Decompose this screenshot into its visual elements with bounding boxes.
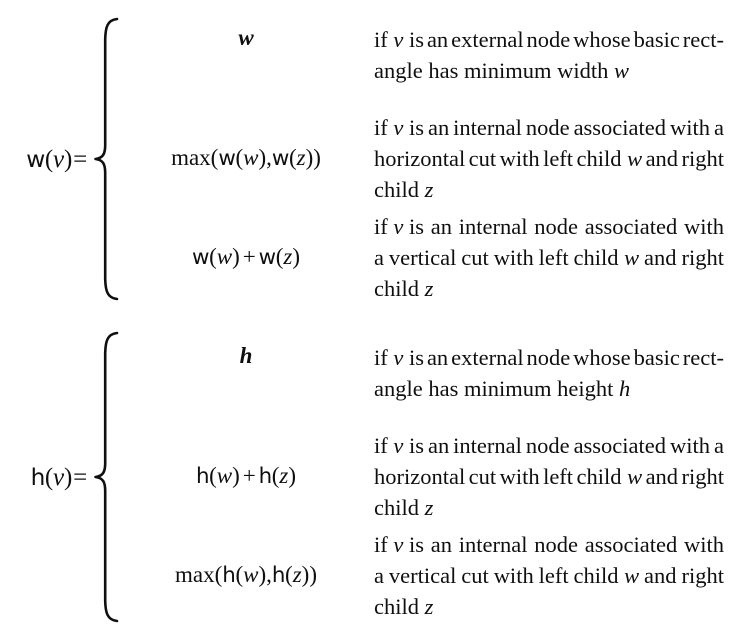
equals-sign: = [73, 463, 87, 491]
case-row: max(h(w),h(z)) if v is an internal node asso… [124, 529, 732, 622]
right-paren: ) [63, 463, 73, 491]
description-line: if v is an internal node associated with [374, 214, 724, 239]
description-line: a vertical cut with left child w and right [374, 563, 724, 588]
formula-cell: h(w) + h(z) [124, 430, 374, 487]
description-line: horizontal cut with left child w and right [374, 464, 724, 489]
lhs-label-container-h: h(v)= [0, 318, 90, 636]
right-paren: ) [63, 145, 73, 173]
description-line: angle has minimum height h [374, 376, 631, 401]
formula-sum-h: h(w) + h(z) [195, 463, 297, 489]
formula-cell: h [124, 342, 374, 367]
lhs-label-h: h(v)= [31, 465, 88, 490]
formula-max-w: max(w(w),w(z)) [171, 145, 321, 171]
description-line: child z [374, 495, 434, 520]
left-paren: ( [44, 145, 54, 173]
description-line: a vertical cut with left child w and right [374, 245, 724, 270]
left-curly-brace-icon [94, 17, 119, 301]
variable-v: v [53, 145, 64, 173]
description-line: child z [374, 276, 434, 301]
equation-height-recurrence: h(v)= h if v is an external node whose basic r… [0, 318, 732, 636]
formula-cell: max(h(w),h(z)) [124, 529, 374, 586]
formula-variable-w: w [238, 25, 254, 50]
brace-container-w [90, 0, 124, 318]
formula-cell: w [124, 24, 374, 49]
formula-cell: w(w) + w(z) [124, 211, 374, 268]
description-cell: if v is an internal node associated with a ver… [374, 529, 732, 622]
description-line: if v is an external node whose basic rect- [374, 345, 724, 370]
equation-width-recurrence: w(v)= w if v is an external node whose basic r… [0, 0, 732, 318]
formula-variable-h: h [239, 343, 253, 368]
cases-list-w: w if v is an external node whose basic rect- a… [124, 0, 732, 318]
formula-max-h: max(h(w),h(z)) [175, 562, 317, 588]
brace-container-h [90, 318, 124, 636]
equals-sign: = [73, 145, 87, 173]
description-line: child z [374, 594, 434, 619]
description-line: if v is an internal node associated with a [374, 115, 724, 140]
description-line: if v is an internal node associated with [374, 532, 724, 557]
variable-v: v [53, 463, 64, 491]
case-row: w(w) + w(z) if v is an internal node associa… [124, 211, 732, 304]
description-line: angle has minimum width w [374, 58, 629, 83]
lhs-label-w: w(v)= [26, 147, 88, 172]
description-line: horizontal cut with left child w and right [374, 146, 724, 171]
description-cell: if v is an internal node associated with a hor… [374, 430, 732, 523]
function-name-w: w [26, 145, 45, 173]
case-row: w if v is an external node whose basic rect- a… [124, 24, 732, 86]
case-row: max(w(w),w(z)) if v is an internal node asso… [124, 112, 732, 205]
description-line: child z [374, 177, 434, 202]
left-paren: ( [44, 463, 54, 491]
function-name-h: h [30, 463, 46, 491]
description-cell: if v is an internal node associated with a ver… [374, 211, 732, 304]
formula-sum-w: w(w) + w(z) [192, 244, 300, 270]
description-line: if v is an external node whose basic rect- [374, 27, 724, 52]
description-cell: if v is an internal node associated with a hor… [374, 112, 732, 205]
cases-list-h: h if v is an external node whose basic rect- a… [124, 318, 732, 636]
formula-cell: max(w(w),w(z)) [124, 112, 374, 169]
case-row: h if v is an external node whose basic rect- a… [124, 342, 732, 404]
description-cell: if v is an external node whose basic rect- ang… [374, 342, 732, 404]
lhs-label-container-w: w(v)= [0, 0, 90, 318]
description-line: if v is an internal node associated with a [374, 433, 724, 458]
description-cell: if v is an external node whose basic rect- ang… [374, 24, 732, 86]
case-row: h(w) + h(z) if v is an internal node associa… [124, 430, 732, 523]
left-curly-brace-icon [94, 331, 119, 623]
